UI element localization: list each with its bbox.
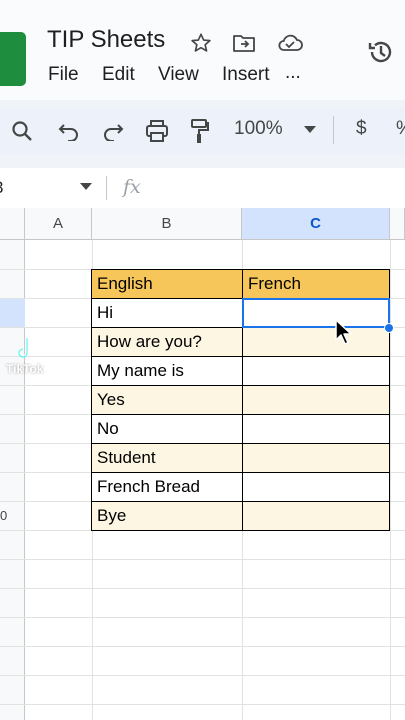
menu-more[interactable]: ... [285, 62, 301, 84]
row-header-selected[interactable] [0, 299, 25, 328]
column-header-a[interactable]: A [25, 208, 92, 240]
print-icon[interactable] [144, 118, 170, 144]
table-header-french[interactable]: French [242, 269, 390, 299]
move-folder-icon[interactable] [231, 30, 257, 56]
grid-line [390, 240, 391, 720]
table-cell-english[interactable]: French Bread [91, 472, 243, 502]
table-header-english[interactable]: English [91, 269, 243, 299]
row-number-label: 0 [0, 508, 8, 523]
menu-edit[interactable]: Edit [102, 64, 135, 86]
table-cell-french[interactable] [242, 385, 390, 415]
table-cell-english[interactable]: Bye [91, 501, 243, 531]
zoom-select[interactable]: 100% [234, 118, 283, 140]
toolbar-divider [333, 116, 334, 144]
table-cell-french[interactable] [242, 356, 390, 386]
table-cell-french[interactable] [242, 472, 390, 502]
grid-line [0, 588, 405, 589]
tiktok-logo-icon [14, 334, 44, 362]
undo-icon[interactable] [57, 119, 81, 143]
grid-line [0, 675, 405, 676]
redo-icon[interactable] [101, 119, 125, 143]
percent-format-button[interactable]: % [396, 118, 405, 140]
grid-line [0, 617, 405, 618]
table-cell-french[interactable] [242, 443, 390, 473]
grid-line [0, 704, 405, 705]
formula-bar [0, 168, 405, 209]
column-header-b[interactable]: B [92, 208, 242, 240]
menu-view[interactable]: View [158, 64, 199, 86]
table-cell-english[interactable]: Hi [91, 298, 243, 328]
column-header-d[interactable] [390, 208, 405, 240]
zoom-dropdown-icon[interactable] [302, 124, 318, 136]
grid-line [0, 646, 405, 647]
grid-line [0, 559, 405, 560]
mouse-cursor-icon [334, 318, 356, 348]
menu-insert[interactable]: Insert [222, 64, 270, 86]
table-cell-english[interactable]: My name is [91, 356, 243, 386]
currency-format-button[interactable]: $ [356, 118, 367, 140]
cloud-saved-icon[interactable] [276, 30, 304, 56]
name-box-dropdown-icon[interactable] [79, 182, 93, 192]
tiktok-watermark: TikTok [6, 362, 44, 376]
name-box[interactable]: 3 [0, 178, 3, 198]
table-cell-french[interactable] [242, 327, 390, 357]
version-history-icon[interactable] [365, 36, 397, 68]
selected-cell-outline[interactable] [242, 298, 390, 328]
table-cell-english[interactable]: Student [91, 443, 243, 473]
column-header-c[interactable]: C [242, 208, 390, 240]
star-icon[interactable] [188, 30, 214, 56]
formula-divider [106, 176, 107, 200]
document-title[interactable]: TIP Sheets [47, 26, 165, 54]
table-cell-english[interactable]: No [91, 414, 243, 444]
table-cell-english[interactable]: Yes [91, 385, 243, 415]
fx-icon: fx [123, 176, 141, 198]
menu-file[interactable]: File [48, 64, 79, 86]
fill-handle[interactable] [384, 323, 394, 333]
table-cell-french[interactable] [242, 501, 390, 531]
table-cell-french[interactable] [242, 414, 390, 444]
select-all-corner[interactable] [0, 208, 25, 240]
sheets-logo-icon[interactable] [0, 32, 26, 86]
paint-format-icon[interactable] [188, 117, 212, 145]
table-cell-english[interactable]: How are you? [91, 327, 243, 357]
search-icon[interactable] [10, 119, 34, 143]
